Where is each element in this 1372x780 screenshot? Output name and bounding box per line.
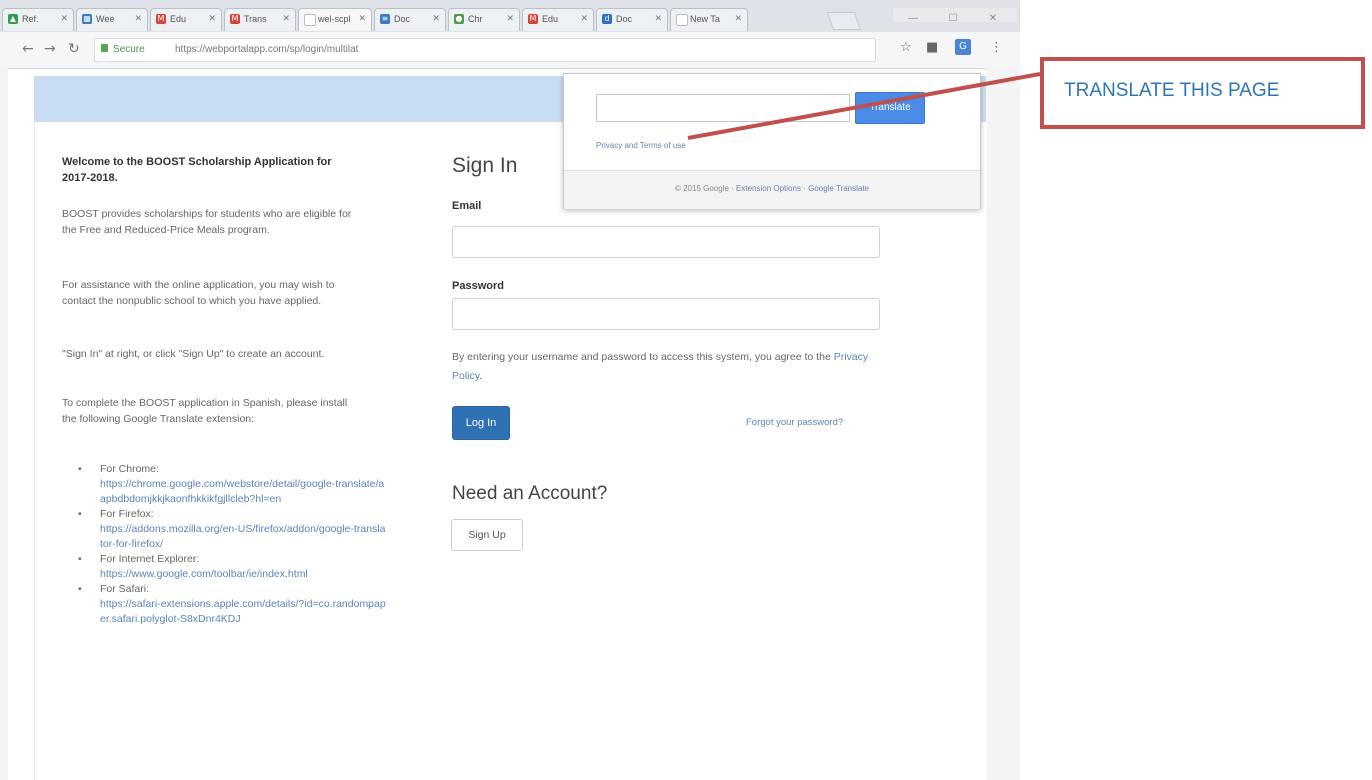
annotation-callout: TRANSLATE THIS PAGE	[1040, 57, 1365, 129]
annotation-label: TRANSLATE THIS PAGE	[1064, 80, 1280, 101]
